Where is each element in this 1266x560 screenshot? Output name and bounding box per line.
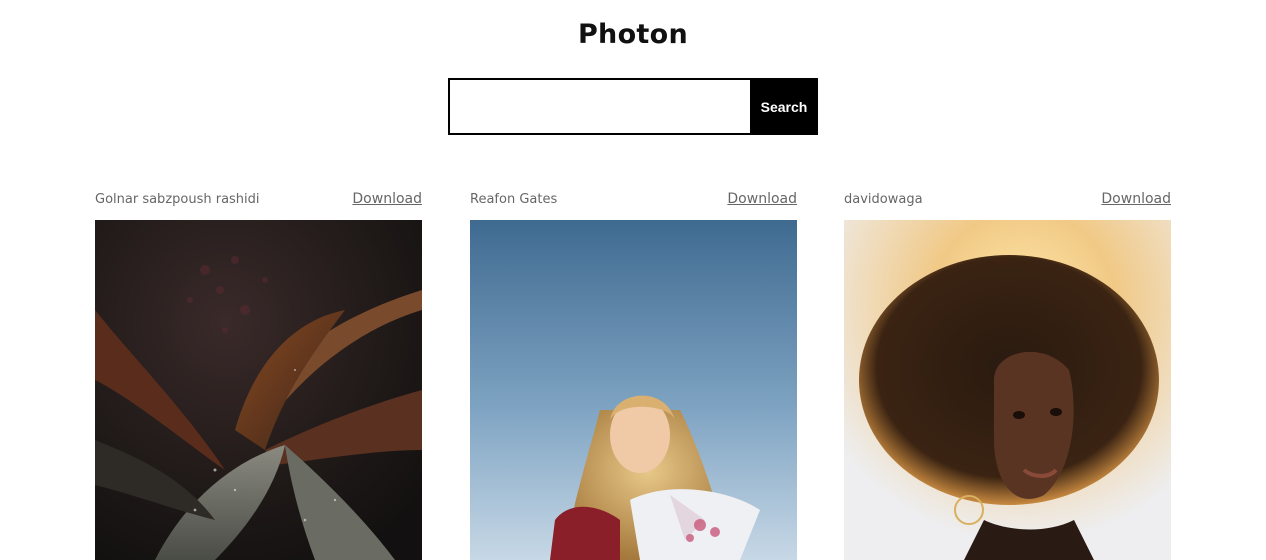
search-button[interactable]: Search	[750, 78, 818, 135]
download-link[interactable]: Download	[352, 191, 422, 207]
download-link[interactable]: Download	[1101, 191, 1171, 207]
photo-card: Golnar sabzpoush rashidi Download	[95, 189, 422, 560]
photo-card: davidowaga Download	[844, 189, 1171, 560]
download-link[interactable]: Download	[727, 191, 797, 207]
portrait-photo	[844, 220, 1171, 560]
photo-card-header: Reafon Gates Download	[470, 189, 797, 209]
photo-image[interactable]	[95, 220, 422, 560]
photo-image[interactable]	[844, 220, 1171, 560]
photo-card-header: Golnar sabzpoush rashidi Download	[95, 189, 422, 209]
photo-author[interactable]: davidowaga	[844, 192, 923, 207]
portrait-photo	[470, 220, 797, 560]
app-title: Photon	[577, 19, 689, 50]
leaf-photo	[95, 220, 422, 560]
photo-author[interactable]: Golnar sabzpoush rashidi	[95, 192, 260, 207]
search-input[interactable]	[448, 78, 750, 135]
photo-image[interactable]	[470, 220, 797, 560]
photo-card-header: davidowaga Download	[844, 189, 1171, 209]
search-form: Search	[448, 78, 818, 135]
photo-card: Reafon Gates Download	[470, 189, 797, 560]
photo-author[interactable]: Reafon Gates	[470, 192, 557, 207]
